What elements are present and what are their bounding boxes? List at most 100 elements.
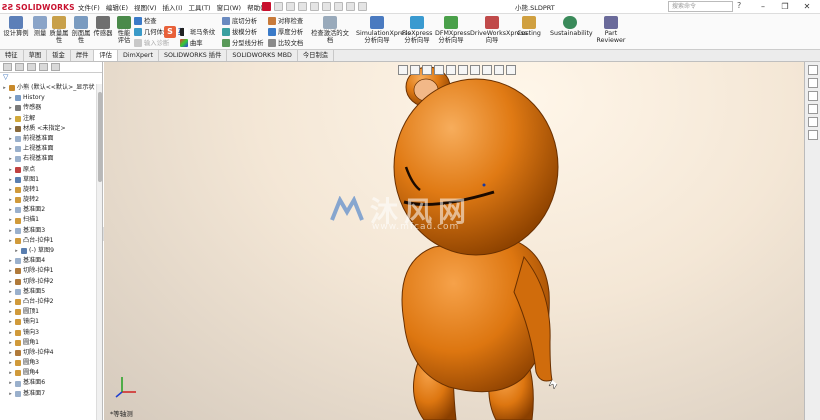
expand-arrow-icon[interactable]: ▸: [8, 205, 13, 215]
tree-item[interactable]: ▸ 镜向3: [0, 328, 102, 338]
expand-arrow-icon[interactable]: ▸: [8, 317, 13, 327]
compare-documents-button[interactable]: 比较文档: [268, 38, 303, 47]
sustainability-button[interactable]: Sustainability: [550, 16, 593, 37]
tab-today[interactable]: 今日制造: [298, 50, 335, 61]
tree-item[interactable]: ▸ 基准面2: [0, 205, 102, 215]
options-icon[interactable]: [358, 2, 367, 11]
expand-arrow-icon[interactable]: ▸: [8, 338, 13, 348]
symmetry-check-button[interactable]: 对称检查: [268, 16, 303, 25]
sidebar-scrollbar[interactable]: [96, 84, 102, 420]
expand-arrow-icon[interactable]: ▸: [8, 124, 13, 134]
graphics-viewport[interactable]: 沐风网 www.mfcad.com *等轴测: [104, 62, 804, 420]
undercut-button[interactable]: 底切分析: [222, 16, 257, 25]
tree-item[interactable]: ▸ 圆角1: [0, 338, 102, 348]
tab-weldments[interactable]: 焊件: [71, 50, 95, 61]
import-diagnostics-button[interactable]: 输入诊断: [134, 38, 169, 47]
tab-addins[interactable]: SOLIDWORKS 插件: [159, 50, 228, 61]
floxpress-button[interactable]: FloXpress 分析向导: [402, 16, 432, 44]
tree-item[interactable]: ▸ (-) 草图9: [0, 246, 102, 256]
tree-item[interactable]: ▸ 基准面5: [0, 287, 102, 297]
zebra-stripes-button[interactable]: 斑马条纹: [180, 27, 215, 36]
bear-model[interactable]: [104, 62, 804, 420]
tree-item[interactable]: ▸ 小熊 (默认<<默认>_显示状: [0, 83, 102, 93]
measure-button[interactable]: 测量: [33, 16, 47, 37]
tree-item[interactable]: ▸ 旋转2: [0, 195, 102, 205]
tab-sheet-metal[interactable]: 钣金: [47, 50, 71, 61]
tree-item[interactable]: ▸ 右视基准面: [0, 154, 102, 164]
view-palette-icon[interactable]: [807, 130, 818, 140]
print-icon[interactable]: [310, 2, 319, 11]
tree-item[interactable]: ▸ 传感器: [0, 103, 102, 113]
tab-sketch[interactable]: 草图: [24, 50, 48, 61]
zoom-fit-icon[interactable]: [398, 65, 408, 75]
custom-properties-icon[interactable]: [807, 117, 818, 127]
solidworks-resources-icon[interactable]: [807, 65, 818, 75]
tree-item[interactable]: ▸ 凸台-拉伸2: [0, 297, 102, 307]
expand-arrow-icon[interactable]: ▸: [8, 165, 13, 175]
tree-item[interactable]: ▸ 切除-拉伸2: [0, 277, 102, 287]
help-icon[interactable]: ?: [737, 1, 741, 10]
restore-button[interactable]: ❐: [774, 0, 796, 14]
dimxpert-tab-icon[interactable]: [39, 63, 48, 71]
tree-item[interactable]: ▸ 切除-拉伸4: [0, 348, 102, 358]
tab-features[interactable]: 特征: [0, 50, 24, 61]
expand-arrow-icon[interactable]: ▸: [8, 297, 13, 307]
tree-item[interactable]: ▸ 上视基准面: [0, 144, 102, 154]
menu-edit[interactable]: 编辑(E): [106, 2, 128, 12]
part-reviewer-button[interactable]: Part Reviewer: [595, 16, 627, 44]
view-orientation-icon[interactable]: [446, 65, 456, 75]
ime-icon[interactable]: S: [164, 26, 176, 38]
tree-item[interactable]: ▸ 注解: [0, 114, 102, 124]
expand-arrow-icon[interactable]: ▸: [8, 154, 13, 164]
tree-item[interactable]: ▸ 材质 <未指定>: [0, 124, 102, 134]
expand-arrow-icon[interactable]: ▸: [2, 83, 7, 93]
menu-tools[interactable]: 工具(T): [189, 2, 211, 12]
draft-analysis-button[interactable]: 拔模分析: [222, 27, 257, 36]
expand-arrow-icon[interactable]: ▸: [8, 185, 13, 195]
parting-line-button[interactable]: 分型线分析: [222, 38, 263, 47]
tree-item[interactable]: ▸ 圆角3: [0, 358, 102, 368]
costing-button[interactable]: Costing: [516, 16, 542, 37]
tree-item[interactable]: ▸ 镜向1: [0, 317, 102, 327]
zoom-area-icon[interactable]: [410, 65, 420, 75]
section-properties-button[interactable]: 剖面属性: [71, 16, 91, 44]
check-button[interactable]: 检查: [134, 16, 157, 25]
tree-item[interactable]: ▸ 圆顶1: [0, 307, 102, 317]
tree-item[interactable]: ▸ 旋转1: [0, 185, 102, 195]
expand-arrow-icon[interactable]: ▸: [8, 236, 13, 246]
curvature-button[interactable]: 曲率: [180, 38, 203, 47]
design-library-icon[interactable]: [807, 78, 818, 88]
pin-icon[interactable]: [262, 2, 271, 11]
tree-item[interactable]: ▸ 基准面7: [0, 389, 102, 399]
expand-arrow-icon[interactable]: ▸: [8, 287, 13, 297]
expand-arrow-icon[interactable]: ▸: [8, 256, 13, 266]
expand-arrow-icon[interactable]: ▸: [8, 378, 13, 388]
tree-item[interactable]: ▸ 扫描1: [0, 215, 102, 225]
feature-tree-tab-icon[interactable]: [3, 63, 12, 71]
tree-item[interactable]: ▸ 切除-拉伸1: [0, 266, 102, 276]
new-icon[interactable]: [274, 2, 283, 11]
tree-item[interactable]: ▸ 基准面4: [0, 256, 102, 266]
expand-arrow-icon[interactable]: ▸: [8, 226, 13, 236]
scene-icon[interactable]: [494, 65, 504, 75]
menu-window[interactable]: 窗口(W): [217, 2, 242, 12]
driveworksxpress-button[interactable]: DriveWorksXpress 向导: [470, 16, 527, 44]
open-icon[interactable]: [286, 2, 295, 11]
simulationxpress-button[interactable]: SimulationXpress 分析向导: [356, 16, 411, 44]
expand-arrow-icon[interactable]: ▸: [8, 307, 13, 317]
rebuild-icon[interactable]: [346, 2, 355, 11]
expand-arrow-icon[interactable]: ▸: [8, 266, 13, 276]
expand-arrow-icon[interactable]: ▸: [8, 103, 13, 113]
expand-arrow-icon[interactable]: ▸: [8, 175, 13, 185]
expand-arrow-icon[interactable]: ▸: [8, 389, 13, 399]
tab-dimxpert[interactable]: DimXpert: [118, 50, 159, 61]
expand-arrow-icon[interactable]: ▸: [8, 348, 13, 358]
design-study-button[interactable]: 设计算例: [3, 16, 29, 37]
previous-view-icon[interactable]: [422, 65, 432, 75]
tree-item[interactable]: ▸ 草图1: [0, 175, 102, 185]
tree-item[interactable]: ▸ 基准面3: [0, 226, 102, 236]
dfmxpress-button[interactable]: DFMXpress 分析向导: [435, 16, 470, 44]
display-style-icon[interactable]: [458, 65, 468, 75]
expand-arrow-icon[interactable]: ▸: [8, 144, 13, 154]
appearances-icon[interactable]: [807, 104, 818, 114]
